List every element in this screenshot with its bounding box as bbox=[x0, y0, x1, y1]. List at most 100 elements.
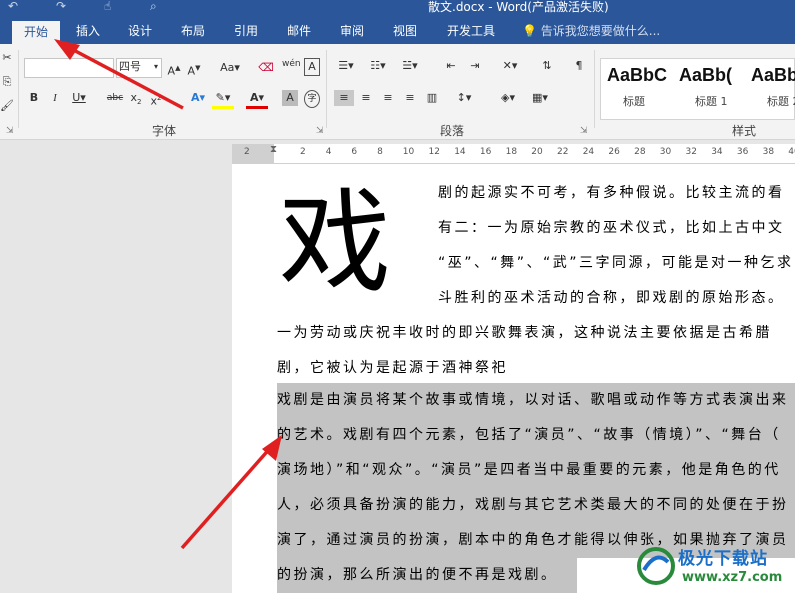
ruler-tick-label: 2 bbox=[300, 147, 306, 157]
styles-group-label: 样式 bbox=[732, 124, 757, 138]
cut-icon[interactable]: ✂ bbox=[0, 50, 14, 66]
bullets-icon[interactable]: ☰▾ bbox=[334, 58, 358, 74]
font-dialog-launcher-icon-2[interactable]: ⇲ bbox=[316, 126, 324, 136]
tab-developer[interactable]: 开发工具 bbox=[440, 18, 502, 44]
distributed-icon[interactable]: ▥ bbox=[422, 90, 442, 106]
copy-icon[interactable]: ⎘ bbox=[0, 74, 14, 90]
ruler-tick-label: 34 bbox=[711, 147, 723, 157]
show-marks-icon[interactable]: ¶ bbox=[570, 58, 588, 74]
bold-icon[interactable]: B bbox=[26, 90, 42, 106]
selected-text-line[interactable]: 演场地）”和“观众”。“演员”是四者当中最重要的元素，他是角色的代 bbox=[277, 453, 795, 488]
shrink-font-icon[interactable]: A▼ bbox=[186, 60, 202, 80]
text-effects-icon[interactable]: A▾ bbox=[188, 90, 208, 106]
ruler-tick-label: 38 bbox=[762, 147, 775, 157]
clear-formatting-icon[interactable]: ⌫ bbox=[258, 60, 274, 76]
text-line[interactable]: 一为劳动或庆祝丰收时的即兴歌舞表演，这种说法主要依据是古希腊 bbox=[277, 322, 795, 342]
align-right-icon[interactable]: ≡ bbox=[378, 90, 398, 106]
align-left-icon[interactable]: ≡ bbox=[334, 90, 354, 106]
print-preview-icon[interactable]: ⌕ bbox=[150, 0, 157, 12]
tell-me-search[interactable]: 💡 告诉我您想要做什么... bbox=[522, 18, 660, 44]
character-shading-icon[interactable]: A bbox=[282, 90, 298, 106]
ruler-tick-label: 10 bbox=[402, 147, 415, 157]
character-border-icon[interactable]: A bbox=[304, 58, 320, 76]
font-dialog-launcher-icon[interactable]: ⇲ bbox=[6, 126, 14, 136]
ruler-tick-label: 14 bbox=[454, 147, 466, 157]
tab-home[interactable]: 开始 bbox=[12, 21, 60, 44]
redo-icon[interactable]: ↷ bbox=[56, 0, 66, 12]
ruler-tick-label: 16 bbox=[479, 147, 492, 157]
tab-design[interactable]: 设计 bbox=[118, 18, 162, 44]
style-heading-2-name: 标题 2 bbox=[767, 95, 795, 108]
phonetic-guide-icon[interactable]: wén bbox=[282, 56, 301, 72]
line-spacing-icon[interactable]: ↕▾ bbox=[452, 90, 476, 106]
paragraph-group-label: 段落 bbox=[440, 124, 465, 138]
change-case-icon[interactable]: Aa▾ bbox=[216, 60, 244, 76]
decrease-indent-icon[interactable]: ⇤ bbox=[442, 58, 460, 74]
ruler-tick-label: 36 bbox=[736, 147, 749, 157]
grow-font-icon[interactable]: A▲ bbox=[166, 60, 182, 80]
tab-review[interactable]: 审阅 bbox=[330, 18, 374, 44]
tab-insert[interactable]: 插入 bbox=[66, 18, 110, 44]
enclose-characters-icon[interactable]: 字 bbox=[304, 90, 320, 108]
selected-text-line[interactable]: 的艺术。戏剧有四个元素，包括了“演员”、“故事（情境）”、“舞台（ bbox=[277, 418, 795, 453]
ruler-tick-label: 32 bbox=[685, 147, 697, 157]
align-center-icon[interactable]: ≡ bbox=[356, 90, 376, 106]
chevron-down-icon: ▾ bbox=[153, 62, 158, 71]
ribbon-tabs: 开始 插入 设计 布局 引用 邮件 审阅 视图 开发工具 💡 告诉我您想要做什么… bbox=[0, 18, 795, 44]
tab-layout[interactable]: 布局 bbox=[171, 18, 215, 44]
subscript-icon[interactable]: x2 bbox=[128, 90, 144, 110]
font-size-value: 四号 bbox=[119, 60, 141, 73]
selected-text-line[interactable]: 戏剧是由演员将某个故事或情境，以对话、歌唱或动作等方式表演出来 bbox=[277, 383, 795, 418]
highlight-color-icon[interactable]: ✎▾ bbox=[212, 90, 234, 109]
paragraph-dialog-launcher-icon[interactable]: ⇲ bbox=[580, 126, 588, 136]
styles-gallery: AaBbC 标题 AaBb( 标题 1 AaBb 标题 2 bbox=[600, 58, 795, 120]
style-title-name: 标题 bbox=[623, 95, 645, 108]
ruler-tick-label: 2 bbox=[244, 147, 250, 157]
font-size-dropdown[interactable]: 四号 ▾ bbox=[116, 58, 162, 78]
text-line[interactable]: 斗胜利的巫术活动的合称，即戏剧的原始形态。 bbox=[438, 287, 795, 307]
style-title[interactable]: AaBbC 标题 bbox=[601, 59, 671, 119]
format-painter-icon[interactable]: 🖌 bbox=[0, 98, 14, 114]
tab-view[interactable]: 视图 bbox=[383, 18, 427, 44]
lightbulb-icon: 💡 bbox=[522, 24, 537, 38]
increase-indent-icon[interactable]: ⇥ bbox=[466, 58, 484, 74]
tab-mailings[interactable]: 邮件 bbox=[277, 18, 321, 44]
tell-me-placeholder: 告诉我您想要做什么... bbox=[540, 24, 661, 38]
watermark-url: www.xz7.com bbox=[682, 570, 783, 585]
italic-icon[interactable]: I bbox=[48, 90, 62, 106]
font-group-label: 字体 bbox=[152, 124, 177, 138]
strikethrough-icon[interactable]: abc bbox=[104, 90, 126, 106]
indent-marker-icon[interactable]: ⧗ bbox=[270, 144, 277, 155]
borders-icon[interactable]: ▦▾ bbox=[528, 90, 552, 106]
chinese-layout-icon[interactable]: ✕▾ bbox=[498, 58, 522, 74]
sort-icon[interactable]: ⇅ bbox=[538, 58, 556, 74]
justify-icon[interactable]: ≡ bbox=[400, 90, 420, 106]
selected-text-line[interactable]: 的扮演，那么所演出的便不再是戏剧。 bbox=[277, 558, 577, 593]
text-line[interactable]: “巫”、“舞”、“武”三字同源，可能是对一种乞求 bbox=[438, 252, 795, 272]
ruler-tick-label: 26 bbox=[608, 147, 620, 157]
touch-mode-icon[interactable]: ☝ bbox=[104, 0, 111, 12]
font-color-icon[interactable]: A▾ bbox=[246, 90, 268, 109]
window-title: 散文.docx - Word(产品激活失败) bbox=[428, 0, 609, 14]
style-heading-1[interactable]: AaBb( 标题 1 bbox=[673, 59, 743, 119]
superscript-icon[interactable]: x2 bbox=[148, 90, 164, 110]
style-heading-2[interactable]: AaBb 标题 2 bbox=[745, 59, 795, 119]
shading-icon[interactable]: ◈▾ bbox=[496, 90, 520, 106]
text-line[interactable]: 剧，它被认为是起源于酒神祭祀 bbox=[277, 357, 795, 377]
aurora-logo-icon bbox=[637, 547, 675, 585]
underline-icon[interactable]: U▾ bbox=[68, 90, 90, 106]
horizontal-ruler[interactable]: ⧗ 2246810121416182022242628303234363840 bbox=[232, 144, 795, 164]
style-heading-2-sample: AaBb bbox=[751, 65, 795, 85]
ruler-margin bbox=[232, 144, 274, 164]
multilevel-list-icon[interactable]: ☱▾ bbox=[398, 58, 422, 74]
font-name-dropdown[interactable] bbox=[24, 58, 114, 78]
text-line[interactable]: 剧的起源实不可考，有多种假说。比较主流的看 bbox=[438, 182, 795, 202]
ruler-tick-label: 6 bbox=[351, 147, 358, 157]
ribbon-home: ✂ ⎘ 🖌 四号 ▾ A▲ A▼ Aa▾ ⌫ wén A B I U▾ abc … bbox=[0, 44, 795, 140]
undo-icon[interactable]: ↶ bbox=[8, 0, 18, 12]
numbering-icon[interactable]: ☷▾ bbox=[366, 58, 390, 74]
text-line[interactable]: 有二：一为原始宗教的巫术仪式，比如上古中文 bbox=[438, 217, 795, 237]
tab-references[interactable]: 引用 bbox=[224, 18, 268, 44]
selected-text-line[interactable]: 人，必须具备扮演的能力，戏剧与其它艺术类最大的不同的处便在于扮 bbox=[277, 488, 795, 523]
ruler-tick-label: 22 bbox=[557, 147, 569, 157]
